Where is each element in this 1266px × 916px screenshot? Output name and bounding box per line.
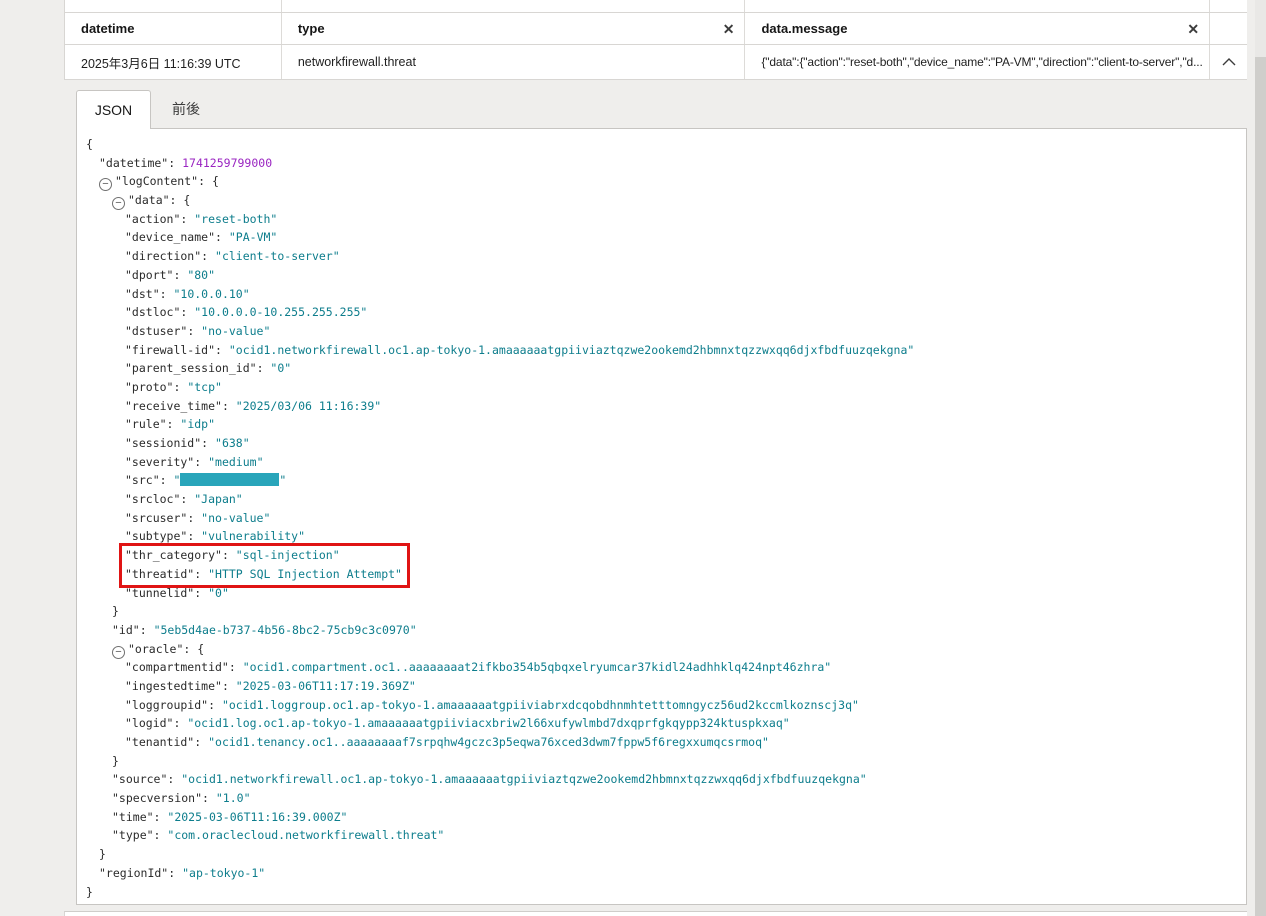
- log-row-type: networkfirewall.threat: [282, 45, 746, 79]
- column-label: data.message: [761, 21, 847, 36]
- json-line: "ingestedtime": "2025-03-06T11:17:19.369…: [86, 677, 1246, 696]
- json-line: "specversion": "1.0": [86, 789, 1246, 808]
- json-line: "dst": "10.0.0.10": [86, 285, 1246, 304]
- json-line: "proto": "tcp": [86, 378, 1246, 397]
- json-line: "parent_session_id": "0": [86, 359, 1246, 378]
- tab-json[interactable]: JSON: [76, 90, 151, 129]
- log-detail-panel: JSON 前後 {"datetime": 1741259799000−"logC…: [76, 90, 1247, 905]
- json-line: "loggroupid": "ocid1.loggroup.oc1.ap-tok…: [86, 696, 1246, 715]
- next-row-remnant: [64, 911, 1247, 916]
- json-line: "sessionid": "638": [86, 434, 1246, 453]
- json-lines: {"datetime": 1741259799000−"logContent":…: [77, 129, 1246, 901]
- column-header-type: type ✕: [282, 13, 746, 44]
- json-line: "time": "2025-03-06T11:16:39.000Z": [86, 808, 1246, 827]
- json-line: "action": "reset-both": [86, 210, 1246, 229]
- table-header: datetime type ✕ data.message ✕: [65, 13, 1247, 45]
- json-line: }: [86, 602, 1246, 621]
- json-line: "type": "com.oraclecloud.networkfirewall…: [86, 826, 1246, 845]
- json-line: "dport": "80": [86, 266, 1246, 285]
- json-line: "dstuser": "no-value": [86, 322, 1246, 341]
- scrollbar-track[interactable]: [1255, 0, 1266, 916]
- json-line: −"data": {: [86, 191, 1246, 210]
- json-line: −"oracle": {: [86, 640, 1246, 659]
- json-line: }: [86, 752, 1246, 771]
- json-line: "srcloc": "Japan": [86, 490, 1246, 509]
- json-line: "regionId": "ap-tokyo-1": [86, 864, 1246, 883]
- column-header-data-message: data.message ✕: [745, 13, 1210, 44]
- chevron-up-icon[interactable]: [1222, 58, 1236, 66]
- json-line: "source": "ocid1.networkfirewall.oc1.ap-…: [86, 770, 1246, 789]
- log-row-datetime: 2025年3月6日 11:16:39 UTC: [65, 45, 282, 79]
- json-line: "logid": "ocid1.log.oc1.ap-tokyo-1.amaaa…: [86, 714, 1246, 733]
- json-line: "src": "": [86, 471, 1246, 490]
- json-line: "receive_time": "2025/03/06 11:16:39": [86, 397, 1246, 416]
- json-line: }: [86, 883, 1246, 902]
- json-line: "datetime": 1741259799000: [86, 154, 1246, 173]
- json-line: "tenantid": "ocid1.tenancy.oc1..aaaaaaaa…: [86, 733, 1246, 752]
- json-line: −"logContent": {: [86, 172, 1246, 191]
- json-line: "device_name": "PA-VM": [86, 228, 1246, 247]
- json-line: {: [86, 135, 1246, 154]
- collapse-minus-icon[interactable]: −: [112, 646, 125, 659]
- log-row-message: {"data":{"action":"reset-both","device_n…: [745, 45, 1210, 79]
- json-line: "firewall-id": "ocid1.networkfirewall.oc…: [86, 341, 1246, 360]
- column-label: type: [298, 21, 325, 36]
- collapse-minus-icon[interactable]: −: [112, 197, 125, 210]
- json-line: "tunnelid": "0": [86, 584, 1246, 603]
- redacted-value: [180, 473, 279, 486]
- column-header-datetime: datetime: [65, 13, 282, 44]
- previous-row-remnant: [65, 0, 1247, 13]
- json-line: "severity": "medium": [86, 453, 1246, 472]
- collapse-minus-icon[interactable]: −: [99, 178, 112, 191]
- json-line: "compartmentid": "ocid1.compartment.oc1.…: [86, 658, 1246, 677]
- json-line: "direction": "client-to-server": [86, 247, 1246, 266]
- json-panel-content: {"datetime": 1741259799000−"logContent":…: [76, 128, 1247, 905]
- json-line: "dstloc": "10.0.0.0-10.255.255.255": [86, 303, 1246, 322]
- log-results-table: datetime type ✕ data.message ✕ 2025年3月6日…: [64, 0, 1247, 80]
- tab-context[interactable]: 前後: [151, 90, 221, 128]
- log-row: 2025年3月6日 11:16:39 UTC networkfirewall.t…: [65, 45, 1247, 80]
- json-line: "threatid": "HTTP SQL Injection Attempt": [86, 565, 1246, 584]
- close-icon[interactable]: ✕: [723, 22, 735, 36]
- column-label: datetime: [81, 21, 134, 36]
- json-line: "rule": "idp": [86, 415, 1246, 434]
- json-line: "srcuser": "no-value": [86, 509, 1246, 528]
- json-line: "thr_category": "sql-injection": [86, 546, 1246, 565]
- scrollbar-thumb[interactable]: [1255, 57, 1266, 916]
- json-line: "id": "5eb5d4ae-b737-4b56-8bc2-75cb9c3c0…: [86, 621, 1246, 640]
- json-line: }: [86, 845, 1246, 864]
- close-icon[interactable]: ✕: [1187, 22, 1199, 36]
- json-line: "subtype": "vulnerability": [86, 527, 1246, 546]
